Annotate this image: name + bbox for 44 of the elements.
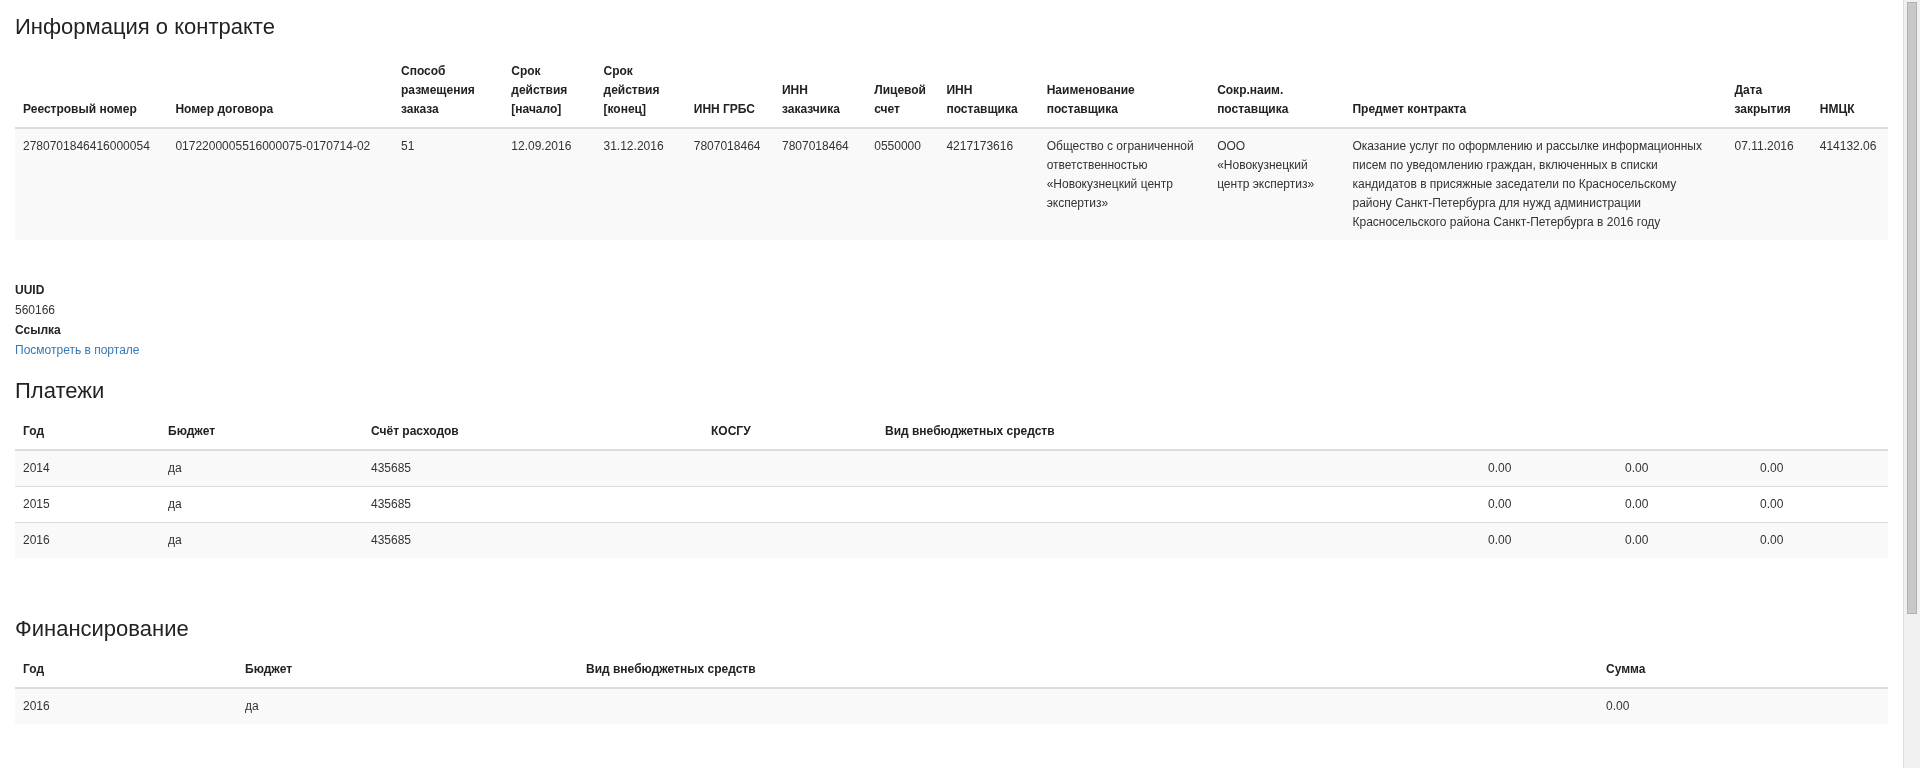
detail-label: UUID (15, 282, 46, 299)
scrollbar[interactable] (1903, 0, 1920, 768)
table-cell: 0.00 (1752, 486, 1888, 523)
table-cell: 435685 (363, 450, 703, 487)
table-cell: 0.00 (1480, 450, 1617, 487)
table-cell: 0.00 (1617, 450, 1752, 487)
table-cell: 31.12.2016 (595, 128, 686, 240)
table-cell: 2016 (15, 688, 237, 724)
table-cell: 0172200005516000075-0170714-02 (167, 128, 393, 240)
table-cell: 12.09.2016 (503, 128, 596, 240)
table-cell: 0.00 (1617, 486, 1752, 523)
table-cell: 2015 (15, 486, 160, 523)
table-cell: 0.00 (1480, 522, 1617, 558)
detail-label: Ссылка (15, 322, 62, 339)
table-cell: 0.00 (1752, 522, 1888, 558)
detail-value: 560166 (15, 302, 57, 319)
table-cell: Общество с ограниченной ответственностью «Новокузнецкий центр экспертиз» (1038, 128, 1210, 240)
table-cell: да (160, 486, 363, 523)
table-cell: 435685 (363, 486, 703, 523)
table-cell: 07.11.2016 (1726, 128, 1812, 240)
table-cell: 0.00 (1752, 450, 1888, 487)
table-cell: 51 (393, 128, 504, 240)
scrollbar-thumb[interactable] (1907, 2, 1917, 614)
table-cell: 435685 (363, 522, 703, 558)
portal-link[interactable]: Посмотреть в портале (15, 343, 140, 357)
table-cell: да (160, 522, 363, 558)
table-cell: 0.00 (1598, 688, 1888, 724)
section-title: Платежи (15, 378, 106, 404)
table-cell: Оказание услуг по оформлению и рассылке информационных писем по уведомлению граждан, включенных в списки кандидатов в присяжные заседатели по Красносельскому району Санкт-Петербурга для нужд администрации Красносельского района Санкт-Петербурга в 2016 году (1344, 128, 1727, 240)
table-cell: 2780701846416000054 (15, 128, 168, 240)
table-cell: 2016 (15, 522, 160, 558)
table-cell: 7807018464 (774, 128, 867, 240)
table-cell: 2014 (15, 450, 160, 487)
table-cell: ООО «Новокузнецкий центр экспертиз» (1209, 128, 1345, 240)
table-cell: 414132.06 (1811, 128, 1888, 240)
section-title: Финансирование (15, 616, 190, 642)
table-cell: 0.00 (1617, 522, 1752, 558)
section-title: Информация о контракте (15, 14, 276, 40)
table-cell: 0550000 (866, 128, 939, 240)
table-cell: 7807018464 (685, 128, 774, 240)
table-cell: 4217173616 (938, 128, 1039, 240)
table-cell: да (160, 450, 363, 487)
table-cell: 0.00 (1480, 486, 1617, 523)
table-cell: да (237, 688, 578, 724)
